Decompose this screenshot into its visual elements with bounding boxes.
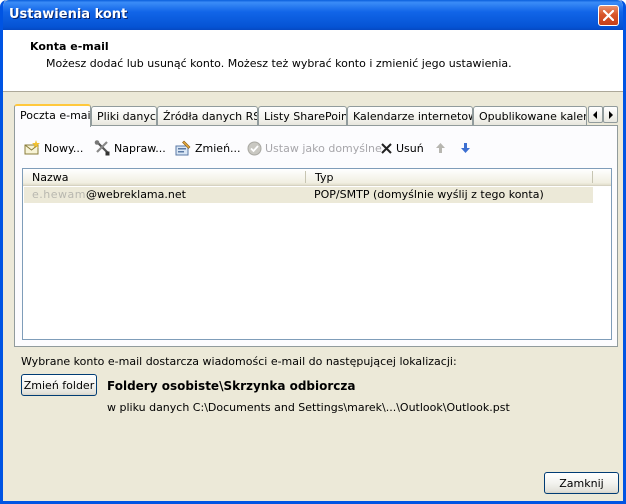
dialog-header: Konta e-mail Możesz dodać lub usunąć kon… (3, 30, 623, 92)
column-header-name[interactable]: Nazwa (23, 169, 305, 185)
account-name-domain: @webreklama.net (85, 188, 186, 201)
column-header-type[interactable]: Typ (306, 169, 592, 185)
change-folder-label: Zmień folder (23, 378, 95, 392)
change-account-button[interactable]: Zmień... (175, 138, 241, 158)
tab-scroll-left-button[interactable] (588, 106, 603, 123)
new-account-label: Nowy... (44, 141, 84, 155)
repair-account-label: Napraw... (114, 141, 166, 155)
repair-account-button[interactable]: Napraw... (94, 138, 166, 158)
close-dialog-button[interactable]: Zamknij (544, 472, 619, 494)
arrow-right-icon (609, 110, 613, 119)
account-settings-window: Ustawienia kont Konta e-mail Możesz doda… (0, 0, 626, 504)
new-account-button[interactable]: Nowy... (24, 138, 83, 158)
title-bar[interactable]: Ustawienia kont (3, 0, 623, 30)
tab-internet-calendars[interactable]: Kalendarze internetowe (347, 106, 473, 126)
window-title: Ustawienia kont (9, 7, 128, 22)
tab-published-calendars[interactable]: Opublikowane kalendarze (473, 106, 587, 126)
account-row[interactable]: e.hewam@webreklama.net POP/SMTP (domyśln… (24, 187, 593, 203)
close-dialog-label: Zamknij (559, 476, 604, 490)
tab-data-files[interactable]: Pliki danych (91, 106, 157, 126)
remove-account-button[interactable]: Usuń (380, 138, 424, 158)
header-subtitle: Możesz dodać lub usunąć konto. Możesz te… (46, 57, 512, 70)
tab-sharepoint-lists[interactable]: Listy SharePoint (258, 106, 347, 126)
set-default-label: Ustaw jako domyślne (265, 141, 382, 155)
delivery-location-label: Wybrane konto e-mail dostarcza wiadomośc… (21, 355, 457, 368)
move-down-button[interactable] (460, 138, 471, 158)
delete-x-icon (381, 142, 392, 154)
header-title: Konta e-mail (30, 40, 109, 53)
new-mail-icon (24, 140, 40, 155)
arrow-down-icon (461, 143, 470, 153)
tab-rss-feeds[interactable]: Źródła danych RSS (157, 106, 258, 126)
delivery-data-file: w pliku danych C:\Documents and Settings… (107, 401, 510, 414)
checkmark-circle-icon (247, 141, 262, 155)
arrow-left-icon (593, 110, 597, 119)
accounts-list[interactable]: Nazwa Typ e.hewam@webreklama.net POP/SMT… (22, 168, 612, 340)
account-type-cell: POP/SMTP (domyślnie wyślij z tego konta) (314, 188, 544, 201)
tools-icon (94, 140, 110, 156)
account-name-cell: e.hewam@webreklama.net (32, 188, 186, 201)
account-name-redacted: e.hewam (32, 188, 86, 201)
delivery-folder: Foldery osobiste\Skrzynka odbiorcza (107, 379, 356, 393)
list-header: Nazwa Typ (23, 169, 611, 186)
tab-scroll-right-button[interactable] (603, 106, 618, 123)
move-up-button[interactable] (435, 138, 446, 158)
close-window-button[interactable] (598, 5, 619, 26)
column-divider[interactable] (592, 171, 593, 183)
close-icon (603, 10, 614, 21)
remove-account-label: Usuń (396, 141, 424, 155)
change-folder-button[interactable]: Zmień folder (21, 374, 97, 396)
tab-email[interactable]: Poczta e-mail (14, 104, 91, 127)
arrow-up-icon (436, 143, 445, 153)
change-account-label: Zmień... (195, 141, 241, 155)
set-default-button[interactable]: Ustaw jako domyślne (247, 138, 382, 158)
tab-strip: Poczta e-mail Pliki danych Źródła danych… (14, 104, 619, 127)
email-tab-panel: Nowy... Napraw... Zmień... Ustaw jako do… (14, 125, 618, 347)
accounts-toolbar: Nowy... Napraw... Zmień... Ustaw jako do… (15, 134, 617, 160)
change-settings-icon (175, 140, 191, 156)
